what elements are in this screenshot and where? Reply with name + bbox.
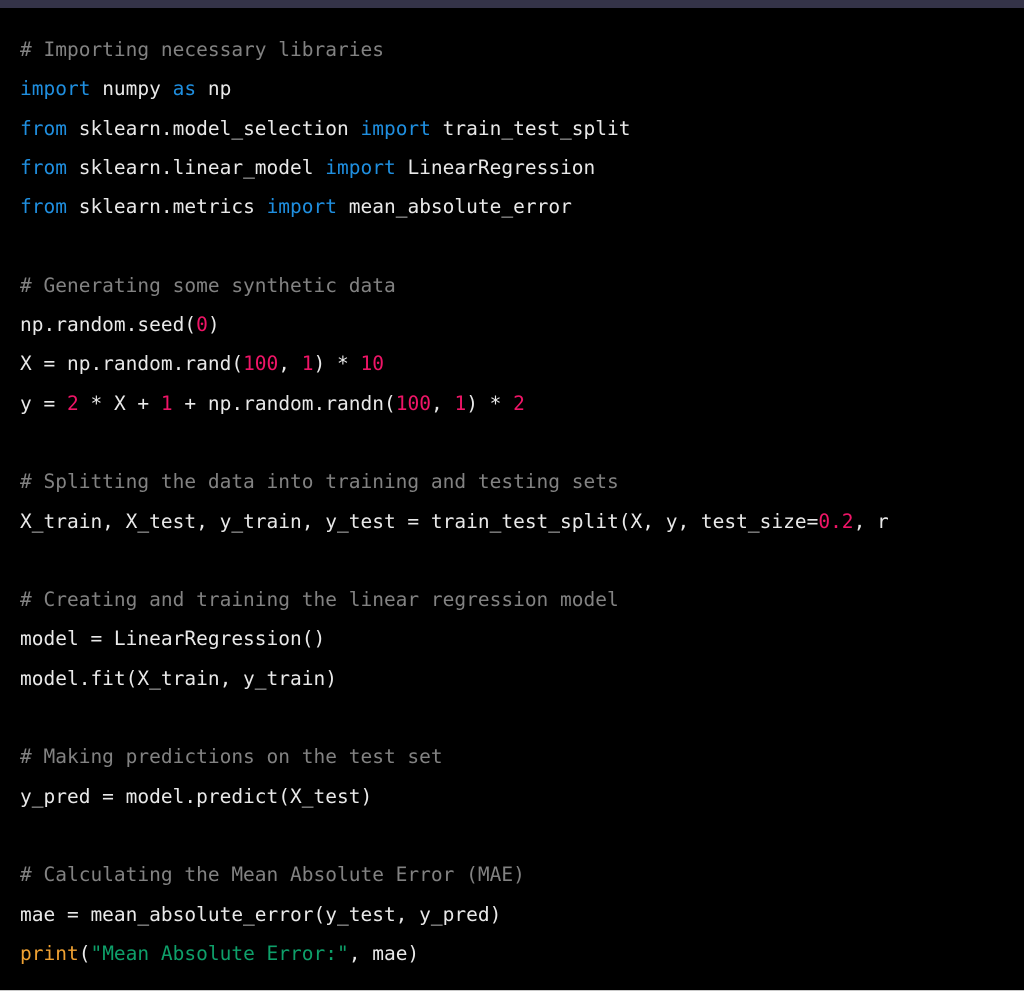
code-token-plain: ) * bbox=[313, 352, 361, 376]
code-token-kw: import bbox=[266, 195, 338, 219]
code-token-plain: sklearn.model_selection bbox=[66, 116, 361, 140]
code-block[interactable]: # Importing necessary libraries import nu… bbox=[0, 8, 1024, 973]
code-token-num: 100 bbox=[395, 391, 431, 415]
code-token-kw: from bbox=[20, 116, 67, 140]
window-title-bar bbox=[0, 0, 1024, 8]
code-line: print("Mean Absolute Error:", mae) bbox=[20, 934, 1024, 973]
code-token-plain: * X + bbox=[78, 391, 161, 415]
code-token-plain: train_test_split bbox=[430, 116, 631, 140]
code-token-plain: ) * bbox=[466, 391, 514, 415]
code-token-kw: import bbox=[325, 155, 396, 179]
code-token-num: 10 bbox=[360, 352, 384, 376]
code-token-plain: model.fit(X_train, y_train) bbox=[20, 666, 337, 690]
code-token-plain: np bbox=[196, 77, 232, 101]
code-snippet-window: # Importing necessary libraries import nu… bbox=[0, 0, 1024, 993]
code-line: y_pred = model.predict(X_test) bbox=[20, 777, 1024, 816]
code-token-plain: X_train, X_test, y_train, y_test = train… bbox=[20, 509, 819, 533]
code-token-comment: # Creating and training the linear regre… bbox=[20, 588, 619, 612]
code-token-num: 0.2 bbox=[818, 509, 854, 533]
code-token-kw: import bbox=[20, 77, 91, 101]
code-line: # Importing necessary libraries bbox=[20, 30, 1024, 69]
code-token-comment: # Importing necessary libraries bbox=[20, 38, 384, 61]
code-line: X_train, X_test, y_train, y_test = train… bbox=[20, 502, 1024, 541]
code-token-plain: y = bbox=[20, 391, 67, 415]
code-token-builtin: print bbox=[20, 941, 79, 965]
code-line: # Splitting the data into training and t… bbox=[20, 462, 1024, 501]
code-line: # Generating some synthetic data bbox=[20, 266, 1024, 305]
code-line: from sklearn.linear_model import LinearR… bbox=[20, 148, 1024, 187]
code-line: X = np.random.rand(100, 1) * 10 bbox=[20, 344, 1024, 383]
code-token-kw: from bbox=[20, 155, 67, 179]
code-line: # Calculating the Mean Absolute Error (M… bbox=[20, 855, 1024, 894]
code-token-plain: ) bbox=[207, 313, 220, 337]
code-line: # Creating and training the linear regre… bbox=[20, 580, 1024, 619]
code-token-plain: , bbox=[430, 391, 455, 415]
code-line: # Making predictions on the test set bbox=[20, 737, 1024, 776]
code-token-num: 100 bbox=[243, 352, 279, 376]
code-token-plain: mae = mean_absolute_error(y_test, y_pred… bbox=[20, 902, 502, 926]
code-line: from sklearn.model_selection import trai… bbox=[20, 109, 1024, 148]
code-token-plain: numpy bbox=[90, 77, 173, 101]
code-line: y = 2 * X + 1 + np.random.randn(100, 1) … bbox=[20, 384, 1024, 423]
code-token-plain: mean_absolute_error bbox=[337, 195, 572, 219]
code-token-plain: + np.random.randn( bbox=[172, 391, 396, 415]
code-token-plain: y_pred = model.predict(X_test) bbox=[20, 784, 373, 808]
code-token-str: "Mean Absolute Error:" bbox=[90, 941, 349, 965]
code-token-plain: LinearRegression bbox=[395, 155, 596, 179]
code-token-plain: sklearn.metrics bbox=[66, 195, 267, 219]
code-line: model = LinearRegression() bbox=[20, 619, 1024, 658]
code-token-num: 2 bbox=[513, 391, 525, 415]
code-token-comment: # Generating some synthetic data bbox=[20, 273, 396, 297]
code-token-comment: # Splitting the data into training and t… bbox=[20, 470, 619, 494]
code-token-plain: , mae) bbox=[348, 941, 420, 965]
code-token-num: 0 bbox=[196, 313, 208, 337]
code-token-kw: from bbox=[20, 195, 67, 219]
code-token-comment: # Calculating the Mean Absolute Error (M… bbox=[20, 863, 525, 887]
code-token-plain: X = np.random.rand( bbox=[20, 352, 244, 376]
code-token-plain: sklearn.linear_model bbox=[66, 155, 326, 179]
code-token-kw: as bbox=[172, 77, 197, 101]
code-line: from sklearn.metrics import mean_absolut… bbox=[20, 187, 1024, 226]
code-token-kw: import bbox=[360, 116, 431, 140]
code-token-plain: , bbox=[278, 352, 302, 376]
code-token-plain: model = LinearRegression() bbox=[20, 627, 326, 651]
code-token-num: 1 bbox=[301, 352, 314, 376]
code-line: mae = mean_absolute_error(y_test, y_pred… bbox=[20, 895, 1024, 934]
code-token-plain: , r bbox=[853, 509, 889, 533]
code-token-plain: ( bbox=[78, 941, 91, 965]
code-token-num: 1 bbox=[160, 391, 173, 415]
code-token-num: 1 bbox=[454, 391, 467, 415]
code-editor-surface[interactable]: # Importing necessary libraries import nu… bbox=[0, 8, 1024, 990]
code-token-num: 2 bbox=[66, 391, 79, 415]
code-line: import numpy as np bbox=[20, 69, 1024, 108]
code-line: model.fit(X_train, y_train) bbox=[20, 659, 1024, 698]
code-line: np.random.seed(0) bbox=[20, 305, 1024, 344]
code-token-plain: np.random.seed( bbox=[20, 313, 197, 337]
code-token-comment: # Making predictions on the test set bbox=[20, 745, 443, 769]
